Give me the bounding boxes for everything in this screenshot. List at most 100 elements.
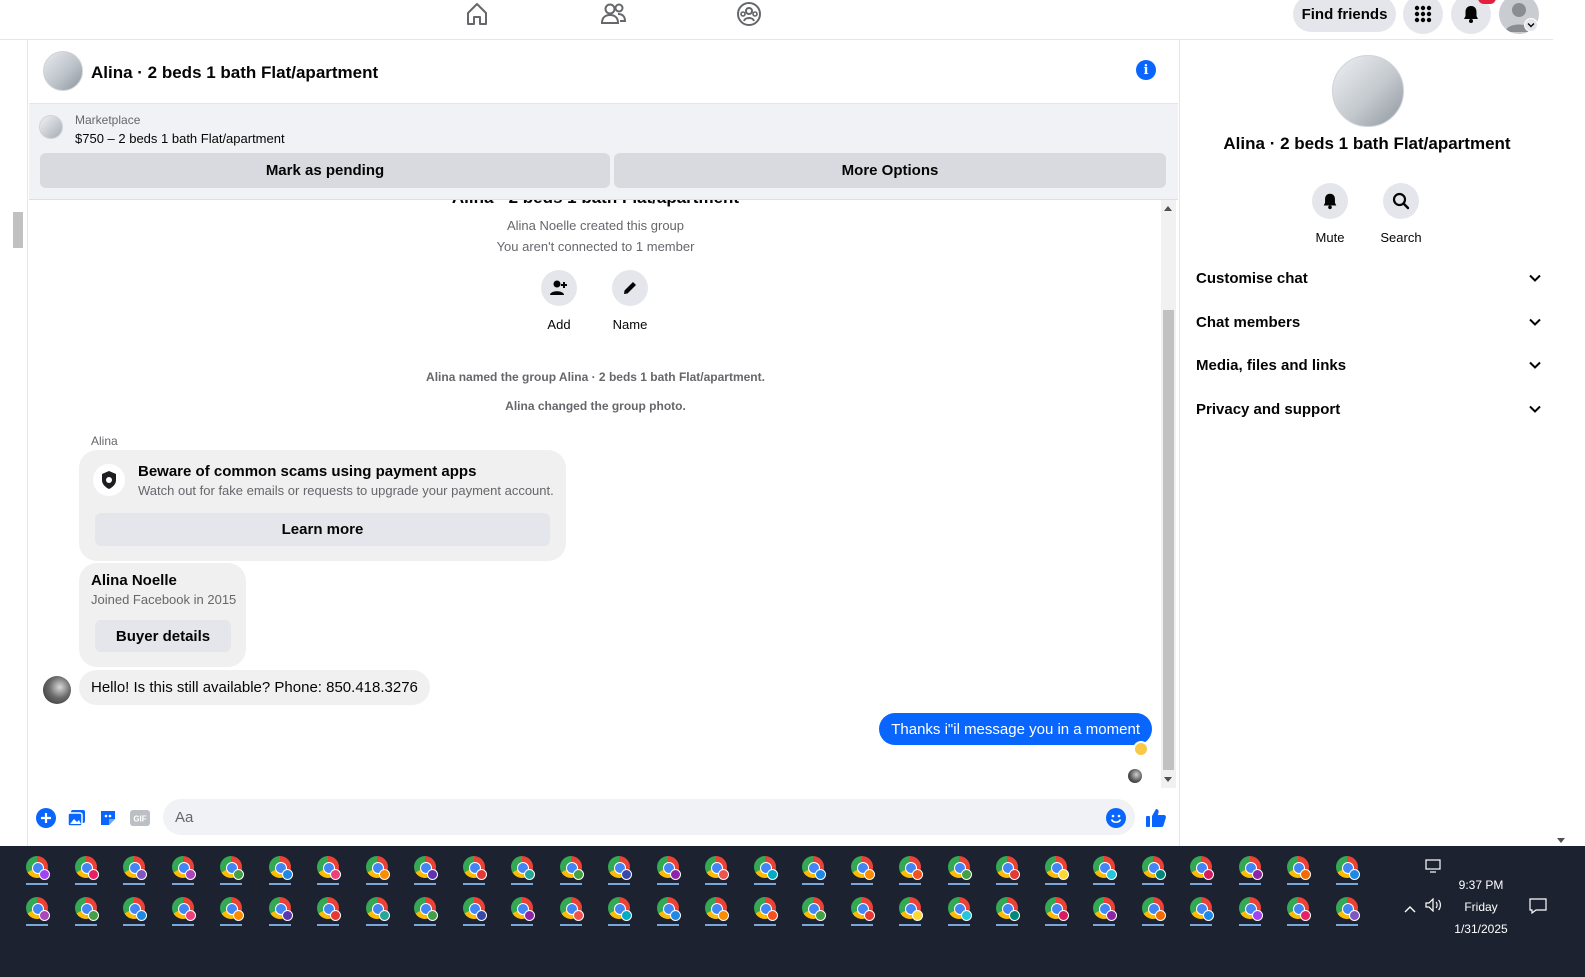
browser-profile-icon[interactable] — [412, 897, 438, 926]
group-photo[interactable] — [43, 51, 83, 91]
browser-profile-icon[interactable] — [897, 856, 923, 885]
media-files-links-section[interactable]: Media, files and links — [1196, 345, 1542, 385]
network-icon[interactable] — [1425, 858, 1443, 879]
photo-icon[interactable] — [66, 807, 88, 829]
browser-profile-icon[interactable] — [946, 897, 972, 926]
browser-profile-icon[interactable] — [121, 897, 147, 926]
groups-icon[interactable] — [735, 0, 763, 28]
browser-profile-icon[interactable] — [558, 856, 584, 885]
browser-profile-icon[interactable] — [315, 856, 341, 885]
browser-profile-icon[interactable] — [364, 897, 390, 926]
browser-profile-icon[interactable] — [1043, 856, 1069, 885]
volume-icon[interactable] — [1425, 897, 1443, 917]
home-icon[interactable] — [463, 0, 491, 28]
browser-profile-icon[interactable] — [509, 856, 535, 885]
browser-profile-icon[interactable] — [1188, 897, 1214, 926]
clock-time[interactable]: 9:37 PM — [1441, 878, 1521, 892]
message-scrollbar[interactable] — [1161, 200, 1176, 788]
mark-as-pending-button[interactable]: Mark as pending — [40, 153, 610, 188]
browser-profile-icon[interactable] — [1043, 897, 1069, 926]
browser-profile-icon[interactable] — [1140, 856, 1166, 885]
scrollbar-thumb[interactable] — [1163, 310, 1174, 770]
friends-icon[interactable] — [599, 0, 627, 28]
name-group-button[interactable]: Name — [600, 270, 660, 332]
incoming-message[interactable]: Hello! Is this still available? Phone: 8… — [79, 670, 430, 705]
menu-grid-icon[interactable] — [1403, 0, 1443, 34]
find-friends-button[interactable]: Find friends — [1293, 0, 1396, 32]
reaction-emoji-icon[interactable] — [1133, 741, 1149, 757]
browser-profile-icon[interactable] — [364, 856, 390, 885]
browser-profile-icon[interactable] — [461, 897, 487, 926]
browser-profile-icon[interactable] — [752, 856, 778, 885]
browser-profile-icon[interactable] — [655, 856, 681, 885]
browser-profile-icon[interactable] — [24, 856, 50, 885]
browser-profile-icon[interactable] — [752, 897, 778, 926]
chevron-down-icon[interactable] — [1524, 18, 1538, 32]
browser-profile-icon[interactable] — [946, 856, 972, 885]
search-button[interactable]: Search — [1371, 183, 1431, 245]
browser-profile-icon[interactable] — [800, 897, 826, 926]
browser-profile-icon[interactable] — [1237, 897, 1263, 926]
learn-more-button[interactable]: Learn more — [95, 513, 550, 546]
browser-profile-icon[interactable] — [994, 856, 1020, 885]
scroll-down-icon[interactable] — [1164, 777, 1172, 782]
clock-day[interactable]: Friday — [1441, 900, 1521, 914]
browser-profile-icon[interactable] — [121, 856, 147, 885]
browser-profile-icon[interactable] — [1285, 856, 1311, 885]
sticker-icon[interactable] — [97, 807, 119, 829]
browser-profile-icon[interactable] — [703, 897, 729, 926]
browser-profile-icon[interactable] — [315, 897, 341, 926]
browser-profile-icon[interactable] — [1237, 856, 1263, 885]
browser-profile-icon[interactable] — [994, 897, 1020, 926]
mute-button[interactable]: Mute — [1300, 183, 1360, 245]
bell-icon[interactable] — [1451, 0, 1491, 34]
browser-profile-icon[interactable] — [1091, 856, 1117, 885]
browser-profile-icon[interactable] — [1188, 856, 1214, 885]
buyer-details-button[interactable]: Buyer details — [95, 620, 231, 652]
browser-profile-icon[interactable] — [897, 897, 923, 926]
browser-profile-icon[interactable] — [412, 856, 438, 885]
privacy-support-section[interactable]: Privacy and support — [1196, 389, 1542, 429]
browser-profile-icon[interactable] — [267, 856, 293, 885]
outgoing-message[interactable]: Thanks i"il message you in a moment — [879, 713, 1152, 745]
browser-profile-icon[interactable] — [655, 897, 681, 926]
chat-members-section[interactable]: Chat members — [1196, 302, 1542, 342]
gif-icon[interactable]: GIF — [129, 807, 151, 829]
listing-thumbnail[interactable] — [39, 115, 63, 139]
page-scrollbar[interactable] — [1553, 0, 1568, 846]
browser-profile-icon[interactable] — [703, 856, 729, 885]
browser-profile-icon[interactable] — [267, 897, 293, 926]
emoji-icon[interactable] — [1105, 807, 1127, 829]
left-scrollbar[interactable] — [11, 200, 26, 266]
info-icon[interactable]: i — [1136, 60, 1156, 80]
scroll-up-icon[interactable] — [1164, 206, 1172, 211]
browser-profile-icon[interactable] — [1285, 897, 1311, 926]
notification-center-icon[interactable] — [1529, 898, 1547, 919]
more-options-button[interactable]: More Options — [614, 153, 1166, 188]
browser-profile-icon[interactable] — [800, 856, 826, 885]
browser-profile-icon[interactable] — [170, 897, 196, 926]
browser-profile-icon[interactable] — [849, 856, 875, 885]
browser-profile-icon[interactable] — [170, 856, 196, 885]
chevron-up-icon[interactable] — [1403, 901, 1417, 919]
browser-profile-icon[interactable] — [24, 897, 50, 926]
browser-profile-icon[interactable] — [73, 897, 99, 926]
browser-profile-icon[interactable] — [1091, 897, 1117, 926]
browser-profile-icon[interactable] — [218, 856, 244, 885]
chat-title[interactable]: Alina · 2 beds 1 bath Flat/apartment — [91, 63, 378, 83]
browser-profile-icon[interactable] — [558, 897, 584, 926]
sender-avatar[interactable] — [43, 676, 71, 704]
plus-icon[interactable] — [35, 807, 57, 829]
clock-date[interactable]: 1/31/2025 — [1441, 922, 1521, 936]
browser-profile-icon[interactable] — [509, 897, 535, 926]
browser-profile-icon[interactable] — [1334, 856, 1360, 885]
browser-profile-icon[interactable] — [218, 897, 244, 926]
browser-profile-icon[interactable] — [606, 897, 632, 926]
listing-title[interactable]: $750 – 2 beds 1 bath Flat/apartment — [75, 131, 285, 146]
browser-profile-icon[interactable] — [849, 897, 875, 926]
add-member-button[interactable]: Add — [529, 270, 589, 332]
customise-chat-section[interactable]: Customise chat — [1196, 258, 1542, 298]
scroll-down-icon[interactable] — [1557, 838, 1565, 843]
thumbs-up-icon[interactable] — [1145, 807, 1167, 829]
browser-profile-icon[interactable] — [1140, 897, 1166, 926]
